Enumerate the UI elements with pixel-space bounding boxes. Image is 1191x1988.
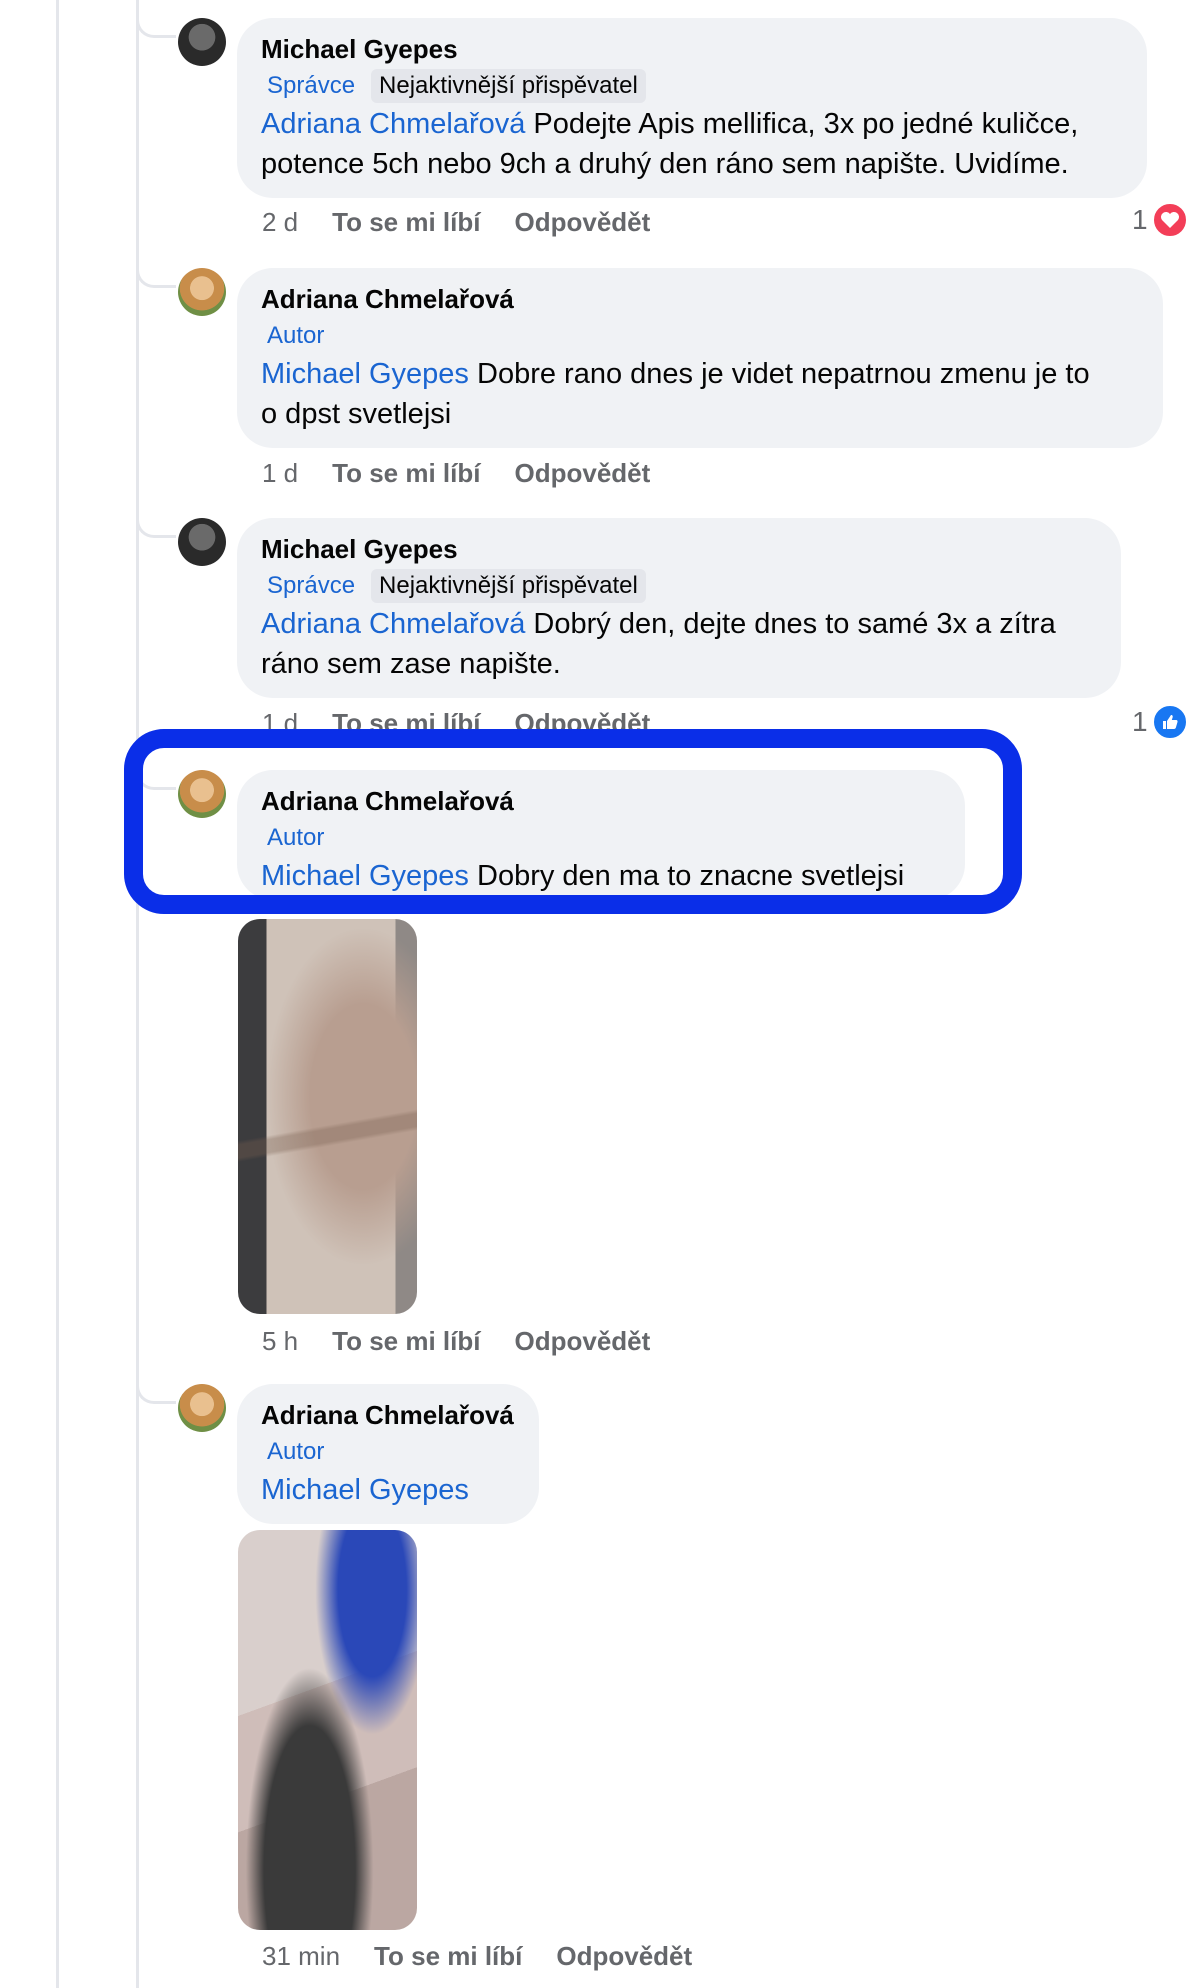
author-name[interactable]: Michael Gyepes (261, 532, 1097, 566)
comment-text-line2: potence 5ch nebo 9ch a druhý den ráno se… (261, 148, 1069, 180)
like-icon (1151, 704, 1188, 740)
comment-text-line1: Podejte Apis mellifica, 3x po jedné kuli… (533, 108, 1079, 140)
reply-button[interactable]: Odpovědět (514, 708, 650, 739)
author-name[interactable]: Michael Gyepes (261, 32, 1123, 66)
timestamp[interactable]: 2 d (262, 207, 298, 238)
like-button[interactable]: To se mi líbí (374, 1941, 522, 1972)
avatar[interactable] (178, 1384, 226, 1432)
reaction-summary[interactable]: 1 (1132, 202, 1188, 238)
comment-text-line2: ráno sem zase napište. (261, 648, 561, 680)
role-badge: Správce (267, 72, 356, 99)
comment-actions: 1 d To se mi líbí Odpovědět (262, 458, 650, 489)
comment-actions: 2 d To se mi líbí Odpovědět (262, 207, 650, 238)
comment-text: Michael Gyepes (261, 1470, 515, 1510)
comment-bubble: Adriana Chmelařová Autor Michael Gyepes (237, 1384, 539, 1524)
badge-row: Autor (261, 820, 941, 856)
thread-connector (136, 772, 176, 790)
author-name[interactable]: Adriana Chmelařová (261, 1398, 515, 1432)
reply-button[interactable]: Odpovědět (514, 458, 650, 489)
avatar[interactable] (178, 518, 226, 566)
mention-link[interactable]: Michael Gyepes (261, 860, 469, 892)
badge-row: Správce Nejaktivnější přispěvatel (261, 568, 1097, 604)
reaction-count: 1 (1132, 706, 1148, 737)
thread-connector (136, 20, 176, 38)
mention-link[interactable]: Adriana Chmelařová (261, 608, 525, 640)
badge-row: Autor (261, 318, 1139, 354)
comment-bubble: Michael Gyepes Správce Nejaktivnější při… (237, 18, 1147, 198)
mention-link[interactable]: Michael Gyepes (261, 1474, 469, 1506)
author-name[interactable]: Adriana Chmelařová (261, 282, 1139, 316)
comment-bubble: Adriana Chmelařová Autor Michael Gyepes … (237, 770, 965, 900)
timestamp[interactable]: 1 d (262, 708, 298, 739)
comment-text: Adriana Chmelařová Podejte Apis mellific… (261, 104, 1123, 184)
comment-text: Michael Gyepes Dobre rano dnes je videt … (261, 354, 1139, 434)
comment-actions: 1 d To se mi líbí Odpovědět (262, 708, 650, 739)
reply-button[interactable]: Odpovědět (556, 1941, 692, 1972)
author-name[interactable]: Adriana Chmelařová (261, 784, 941, 818)
thread-connector (136, 1386, 176, 1404)
reaction-summary[interactable]: 1 (1132, 704, 1188, 740)
role-badge: Autor (267, 1438, 325, 1465)
like-button[interactable]: To se mi líbí (332, 458, 480, 489)
badge-row: Správce Nejaktivnější přispěvatel (261, 68, 1123, 104)
comment-text: Michael Gyepes Dobry den ma to znacne sv… (261, 856, 941, 896)
badge-row: Autor (261, 1434, 515, 1470)
comment-text-line1: Dobre rano dnes je videt nepatrnou zmenu… (477, 358, 1090, 390)
thread-connector (136, 520, 176, 538)
reply-button[interactable]: Odpovědět (514, 207, 650, 238)
comment-text: Adriana Chmelařová Dobrý den, dejte dnes… (261, 604, 1097, 684)
comment-text-line1: Dobrý den, dejte dnes to samé 3x a zítra (533, 608, 1056, 640)
reply-button[interactable]: Odpovědět (514, 1326, 650, 1357)
mention-link[interactable]: Adriana Chmelařová (261, 108, 525, 140)
timestamp[interactable]: 1 d (262, 458, 298, 489)
role-badge: Správce (267, 572, 356, 599)
mention-link[interactable]: Michael Gyepes (261, 358, 469, 390)
comment-text-line2: o dpst svetlejsi (261, 398, 452, 430)
like-button[interactable]: To se mi líbí (332, 1326, 480, 1357)
comment-photo[interactable] (238, 1530, 417, 1930)
like-button[interactable]: To se mi líbí (332, 708, 480, 739)
top-contributor-badge: Nejaktivnější přispěvatel (371, 569, 646, 603)
reaction-count: 1 (1132, 204, 1148, 235)
comment-bubble: Michael Gyepes Správce Nejaktivnější při… (237, 518, 1121, 698)
comment-photo[interactable] (238, 919, 417, 1314)
comment-actions: 31 min To se mi líbí Odpovědět (262, 1941, 692, 1972)
heart-icon (1151, 202, 1188, 238)
role-badge: Autor (267, 824, 325, 851)
thread-connector (136, 270, 176, 288)
comment-bubble: Adriana Chmelařová Autor Michael Gyepes … (237, 268, 1163, 448)
timestamp[interactable]: 31 min (262, 1941, 340, 1972)
reply-line (136, 0, 139, 1988)
comment-text-body: Dobry den ma to znacne svetlejsi (477, 860, 905, 892)
thread-line (56, 0, 59, 1988)
avatar[interactable] (178, 18, 226, 66)
timestamp[interactable]: 5 h (262, 1326, 298, 1357)
avatar[interactable] (178, 268, 226, 316)
comment-actions: 5 h To se mi líbí Odpovědět (262, 1326, 650, 1357)
like-button[interactable]: To se mi líbí (332, 207, 480, 238)
top-contributor-badge: Nejaktivnější přispěvatel (371, 69, 646, 103)
avatar[interactable] (178, 770, 226, 818)
role-badge: Autor (267, 322, 325, 349)
